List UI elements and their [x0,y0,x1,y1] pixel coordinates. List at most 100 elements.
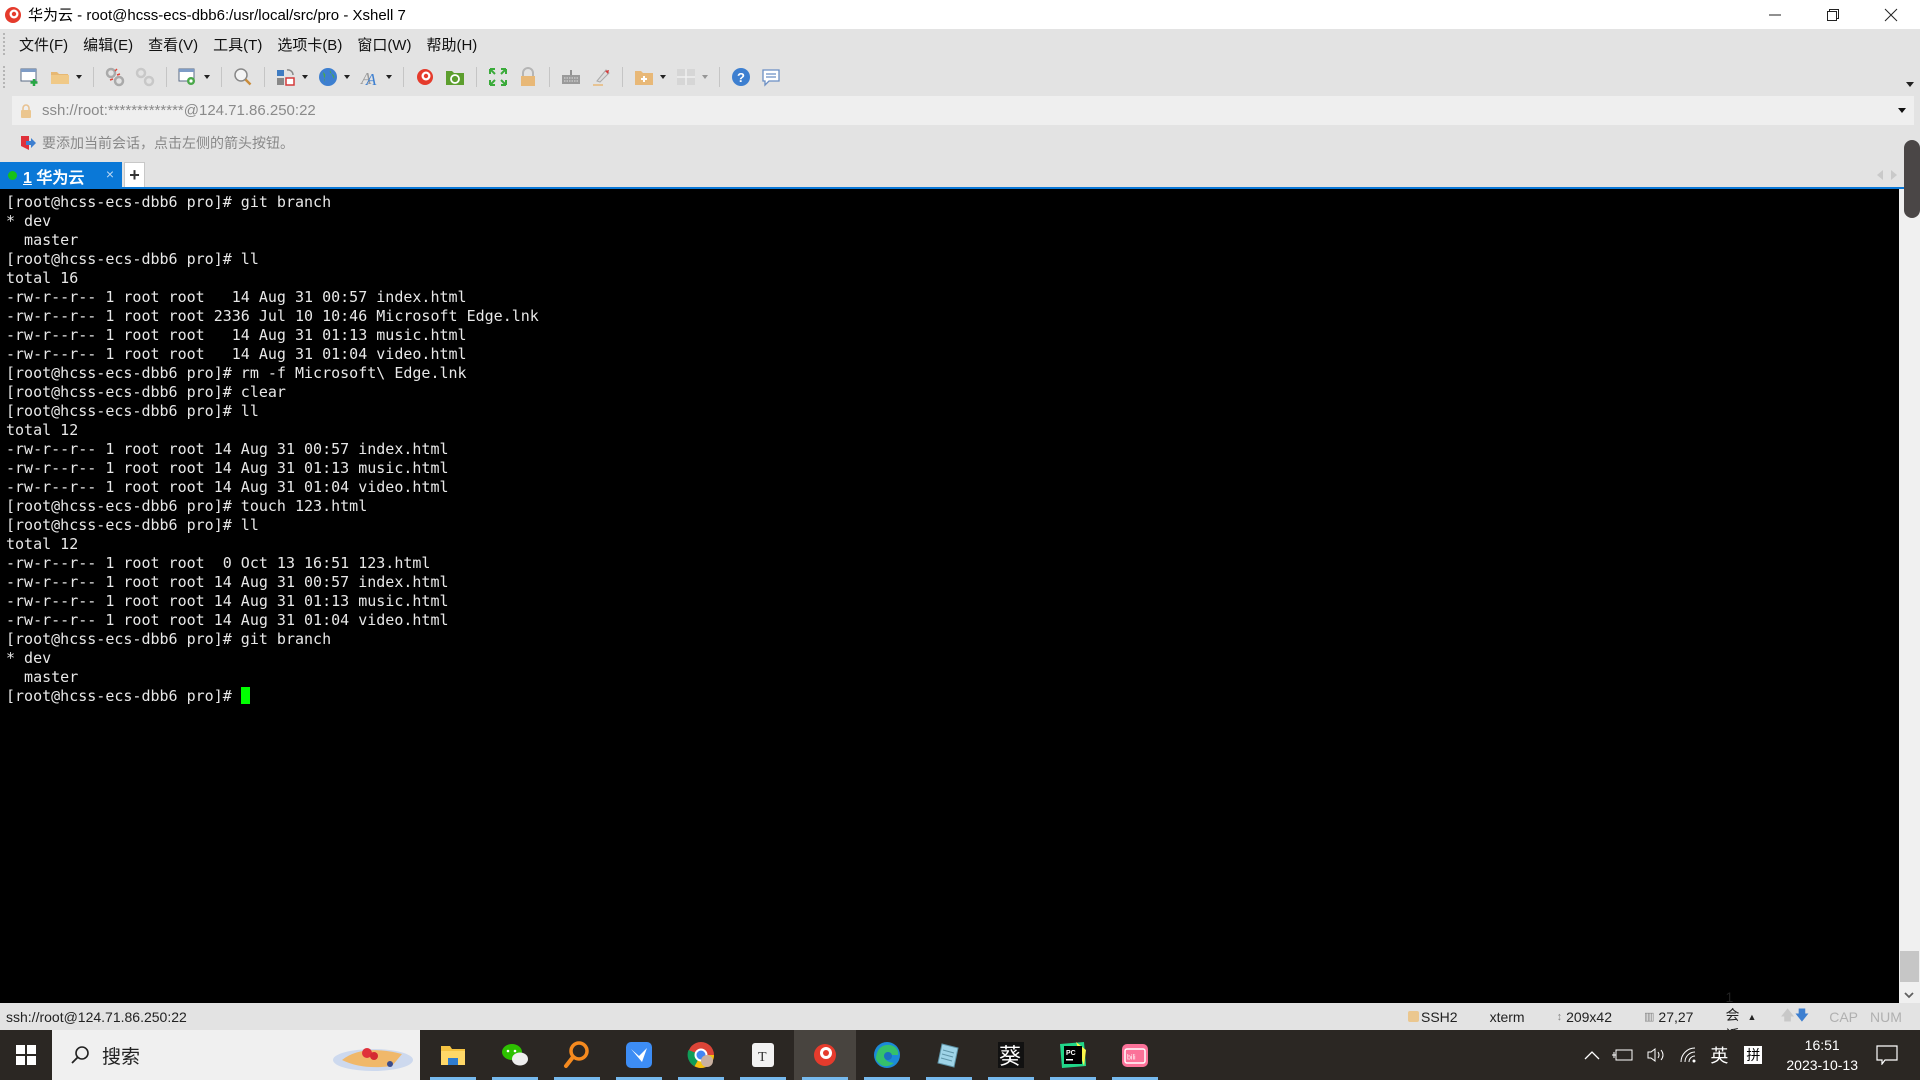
taskbar-app-edge[interactable] [856,1030,918,1080]
new-folder-button[interactable] [633,66,655,88]
restore-button[interactable] [1804,0,1862,29]
layout-button[interactable] [675,66,697,88]
transfer-button[interactable] [275,66,297,88]
volume-icon[interactable] [1646,1047,1668,1063]
font-button[interactable]: AA [359,66,381,88]
new-tab-button[interactable]: + [124,162,145,189]
svg-text:葵: 葵 [999,1045,1021,1070]
taskbar-app-wechat[interactable] [484,1030,546,1080]
address-dropdown[interactable] [1898,108,1906,113]
xshell-button[interactable] [414,66,436,88]
tab-scroll-left-icon[interactable] [1877,170,1883,180]
transfer-icon [277,69,295,86]
battery-icon[interactable] [1612,1048,1634,1062]
title-bar: 华为云 - root@hcss-ecs-dbb6:/usr/local/src/… [0,0,1920,29]
globe-dropdown[interactable] [343,66,351,88]
terminal-cursor [240,687,250,704]
lock-button[interactable] [517,66,539,88]
taskbar-app-file-explorer[interactable] [422,1030,484,1080]
wifi-icon[interactable] [1680,1047,1698,1063]
terminal-scrollbar[interactable] [1899,189,1920,1003]
fullscreen-button[interactable] [487,66,509,88]
lock-icon [521,67,535,86]
terminal-line: [root@hcss-ecs-dbb6 pro]# touch 123.html [6,497,368,515]
find-button[interactable] [232,66,254,88]
reconnect-button[interactable] [134,66,156,88]
xftp-button[interactable] [444,66,466,88]
taskbar-app-chrome[interactable] [670,1030,732,1080]
sessions-up-icon[interactable]: ▲ [1747,1012,1756,1022]
open-button[interactable] [49,66,71,88]
tab-session-1[interactable]: 1 华为云 × [0,162,122,189]
notification-center-icon[interactable] [1876,1045,1898,1065]
toolbar-overflow-button[interactable] [1906,82,1914,87]
menu-edit[interactable]: 编辑(E) [83,34,133,55]
terminal-prompt-line: [root@hcss-ecs-dbb6 pro]# [6,687,1899,706]
new-session-icon [20,68,38,86]
upload-arrow-icon: 🡅 [1780,1006,1795,1023]
highlight-button[interactable] [590,66,612,88]
find-icon [234,68,252,86]
disconnect-button[interactable] [104,66,126,88]
tab-close-icon[interactable]: × [106,166,114,182]
xshell-logo-icon [417,69,433,85]
chat-button[interactable] [760,66,782,88]
tab-number: 1 [23,169,32,187]
highlight-icon [593,69,610,86]
taskbar-app-search-app[interactable] [546,1030,608,1080]
menu-file[interactable]: 文件(F) [19,34,68,55]
close-button[interactable] [1862,0,1920,29]
toolbar-grip [3,66,6,88]
terminal[interactable]: [root@hcss-ecs-dbb6 pro]# git branch * de… [0,189,1899,1003]
menu-help[interactable]: 帮助(H) [426,34,477,55]
start-button[interactable] [0,1030,52,1080]
taskbar-app-kui-app[interactable]: 葵 [980,1030,1042,1080]
new-session-button[interactable] [19,66,41,88]
terminal-line: * dev [6,212,52,230]
properties-dropdown[interactable] [203,66,211,88]
taskbar-app-feishu[interactable] [608,1030,670,1080]
notepad-icon [937,1043,959,1068]
overlay-scroll-indicator[interactable] [1904,140,1920,218]
open-dropdown[interactable] [75,66,83,88]
help-button[interactable]: ? [730,66,752,88]
menu-tabs[interactable]: 选项卡(B) [277,34,342,55]
font-dropdown[interactable] [385,66,393,88]
menu-view[interactable]: 查看(V) [148,34,198,55]
globe-button[interactable] [317,66,339,88]
ime-language[interactable]: 英 [1710,1042,1728,1068]
taskbar-app-pycharm[interactable]: PC [1042,1030,1104,1080]
add-session-arrow-icon[interactable] [20,135,36,151]
taskbar-app-notepad[interactable] [918,1030,980,1080]
layout-dropdown[interactable] [701,66,709,88]
scrollbar-thumb[interactable] [1900,951,1919,982]
clock[interactable]: 16:51 2023-10-13 [1786,1035,1858,1075]
help-icon: ? [732,68,750,86]
status-cursor-position: 27,27 [1658,1008,1694,1025]
cursor-position-icon: ▥ [1644,1011,1655,1023]
tab-bar: 1 华为云 × + [0,160,1905,190]
toolbar-separator [166,67,167,87]
menu-tools[interactable]: 工具(T) [213,34,262,55]
transfer-dropdown[interactable] [301,66,309,88]
xshell-logo-icon [5,6,21,23]
menu-window[interactable]: 窗口(W) [357,34,411,55]
address-bar[interactable]: ssh://root:*************@124.71.86.250:2… [12,96,1914,125]
session-properties-button[interactable] [177,66,199,88]
taskbar-app-bilibili[interactable]: bili [1104,1030,1166,1080]
keyboard-button[interactable] [560,66,582,88]
taskbar-app-typora[interactable]: T [732,1030,794,1080]
show-hidden-icons-chevron-icon[interactable] [1584,1050,1600,1060]
ime-mode[interactable]: 拼 [1744,1046,1763,1064]
pycharm-icon: PC [1060,1042,1086,1068]
connection-status-icon [8,171,17,180]
tab-scroll-right-icon[interactable] [1891,170,1897,180]
new-folder-dropdown[interactable] [659,66,667,88]
taskbar-search[interactable]: 搜索 [52,1030,420,1080]
terminal-line: -rw-r--r-- 1 root root 14 Aug 31 01:04 v… [6,478,449,496]
minimize-button[interactable] [1746,0,1804,29]
taskbar-app-xshell[interactable] [794,1030,856,1080]
address-input[interactable]: ssh://root:*************@124.71.86.250:2… [42,102,316,119]
keyboard-icon [562,70,580,84]
download-arrow-icon: 🡇 [1794,1006,1810,1023]
